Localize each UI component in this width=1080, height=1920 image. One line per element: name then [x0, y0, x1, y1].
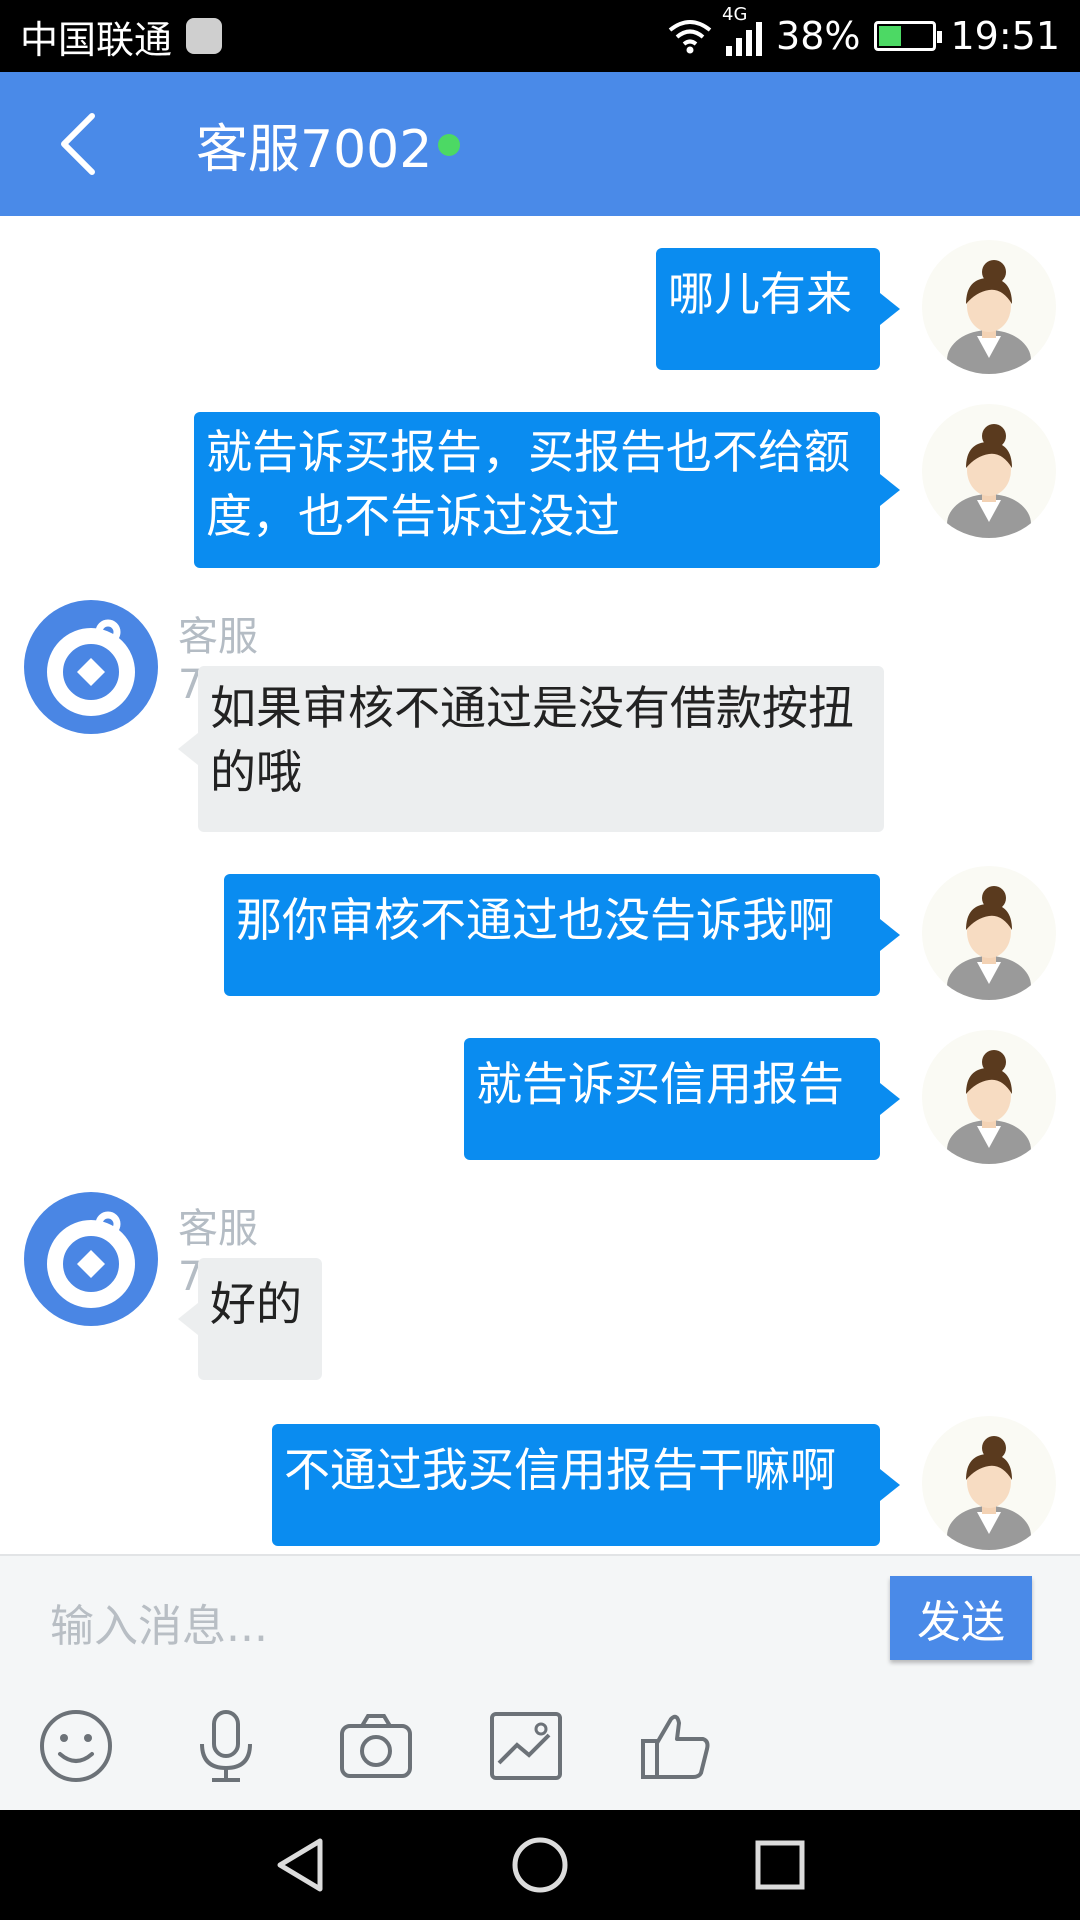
emoji-icon — [40, 1710, 112, 1782]
nav-recents-button[interactable] — [750, 1835, 810, 1895]
microphone-icon — [200, 1710, 252, 1782]
notification-icon — [186, 18, 223, 54]
user-avatar-icon — [947, 260, 1031, 374]
chat-header: 客服7002 — [0, 72, 1080, 216]
user-avatar[interactable] — [922, 1416, 1056, 1550]
thumbs-up-icon — [641, 1714, 710, 1779]
agent-avatar[interactable] — [24, 600, 158, 734]
chat-title: 客服7002 — [196, 119, 433, 180]
carrier-label: 中国联通 — [20, 17, 173, 62]
composer: 发送 — [0, 1554, 1080, 1810]
camera-icon — [340, 1714, 412, 1778]
battery-icon — [874, 21, 943, 51]
signal-icon: 4G — [722, 4, 763, 56]
user-avatar[interactable] — [922, 1030, 1056, 1164]
voice-button[interactable] — [186, 1706, 266, 1786]
message-bubble[interactable]: 不通过我买信用报告干嘛啊 — [272, 1424, 880, 1546]
user-avatar[interactable] — [922, 240, 1056, 374]
message-list[interactable]: 哪儿有来 就告诉买报告，买报告也不给额度，也不告诉过没过 客服7 如果审核不通过… — [0, 216, 1080, 1554]
network-type: 4G — [722, 4, 748, 25]
user-avatar-icon — [947, 886, 1031, 1000]
online-status-dot — [438, 134, 461, 156]
message-bubble[interactable]: 哪儿有来 — [656, 248, 880, 370]
send-button[interactable]: 发送 — [890, 1576, 1032, 1660]
user-avatar[interactable] — [922, 866, 1056, 1000]
triangle-back-icon — [277, 1838, 323, 1892]
clock: 19:51 — [950, 14, 1060, 58]
like-button[interactable] — [636, 1706, 716, 1786]
chevron-left-icon — [61, 113, 95, 175]
emoji-button[interactable] — [36, 1706, 116, 1786]
image-button[interactable] — [486, 1706, 566, 1786]
back-button[interactable] — [46, 112, 110, 176]
message-bubble[interactable]: 如果审核不通过是没有借款按扭的哦 — [198, 666, 884, 832]
agent-avatar[interactable] — [24, 1192, 158, 1326]
square-recents-icon — [755, 1840, 805, 1890]
message-bubble[interactable]: 那你审核不通过也没告诉我啊 — [224, 874, 880, 996]
user-avatar[interactable] — [922, 404, 1056, 538]
circle-home-icon — [512, 1837, 568, 1893]
status-bar: 中国联通 4G 38% 19:51 — [0, 0, 1080, 72]
user-avatar-icon — [947, 1050, 1031, 1164]
user-avatar-icon — [947, 1436, 1031, 1550]
battery-percent: 38% — [776, 14, 861, 58]
message-bubble[interactable]: 好的 — [198, 1258, 322, 1380]
user-avatar-icon — [947, 424, 1031, 538]
camera-button[interactable] — [336, 1706, 416, 1786]
message-input[interactable] — [48, 1586, 868, 1666]
system-nav-bar — [0, 1810, 1080, 1920]
agent-logo-icon — [47, 619, 135, 716]
wifi-icon — [668, 20, 712, 54]
nav-back-button[interactable] — [270, 1835, 330, 1895]
composer-toolbar — [0, 1706, 1080, 1796]
nav-home-button[interactable] — [510, 1835, 570, 1895]
agent-logo-icon — [47, 1211, 135, 1308]
message-bubble[interactable]: 就告诉买信用报告 — [464, 1038, 880, 1160]
image-icon — [490, 1712, 562, 1780]
message-bubble[interactable]: 就告诉买报告，买报告也不给额度，也不告诉过没过 — [194, 412, 880, 568]
